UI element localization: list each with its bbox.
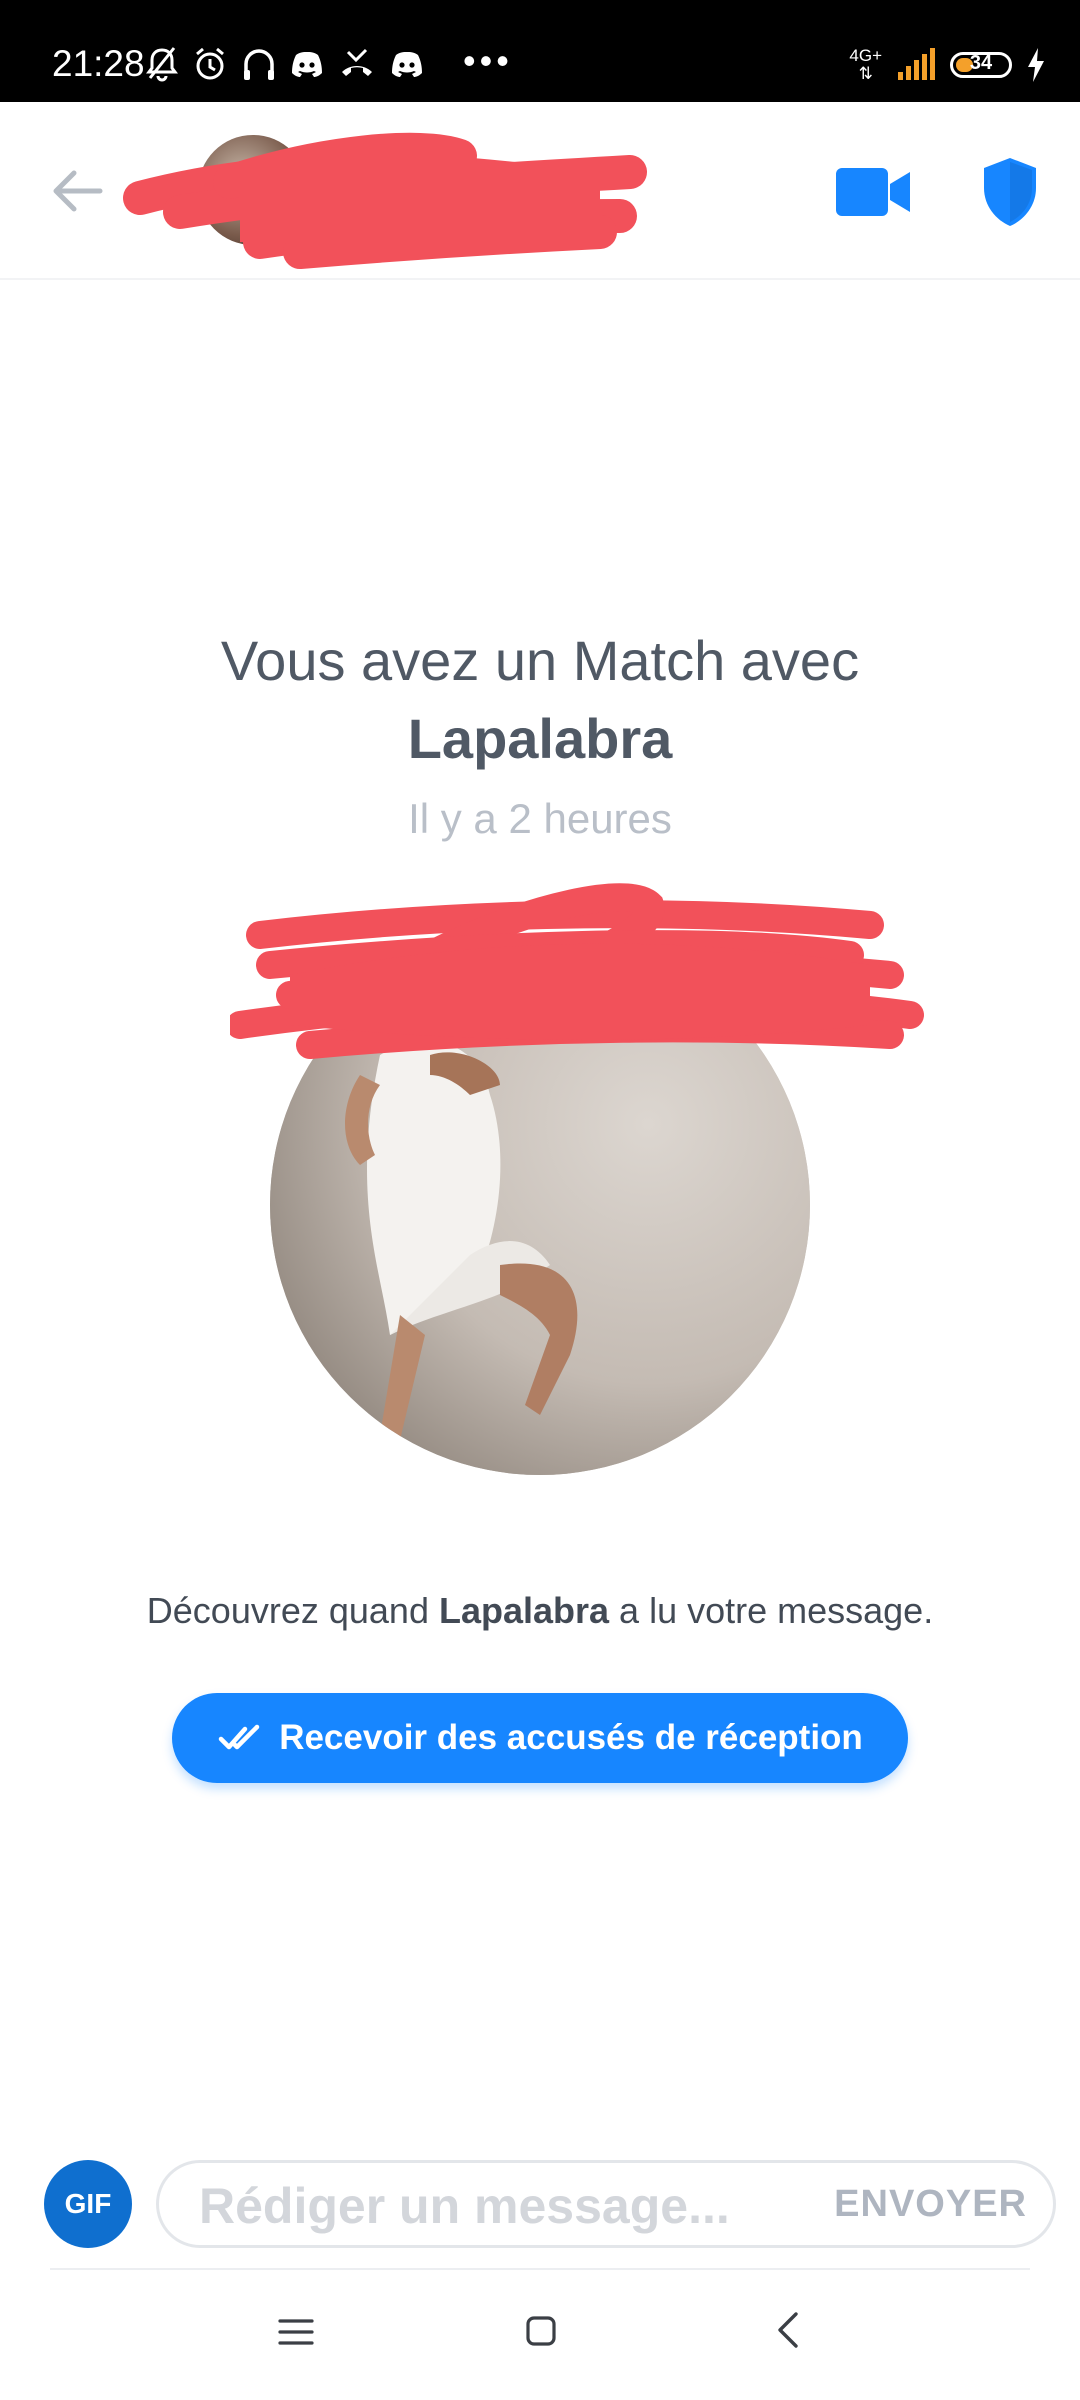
gif-button[interactable]: GIF [44,2160,132,2248]
menu-icon[interactable] [278,2318,314,2346]
read-receipts-button-label: Recevoir des accusés de réception [279,1718,863,1757]
match-title: Vous avez un Match avec [220,629,860,692]
back-arrow-icon[interactable] [44,157,112,225]
header-redaction-scribble [123,132,647,269]
receipt-text-after: a lu votre message. [609,1590,934,1631]
match-timestamp: Il y a 2 heures [408,795,672,842]
back-icon[interactable] [774,2310,802,2350]
message-input[interactable] [199,2173,799,2239]
status-time: 21:28 [52,43,145,84]
network-type: 4G+ ⇅ [849,47,882,83]
composer-divider [50,2268,1030,2270]
send-button[interactable]: ENVOYER [834,2183,1027,2226]
alarm-icon [196,47,224,80]
charging-icon [1028,48,1044,82]
data-arrows-icon: ⇅ [858,64,873,83]
home-icon[interactable] [526,2316,556,2346]
receipt-match-name: Lapalabra [438,1590,610,1631]
missed-call-icon [342,48,372,76]
status-bar: 21:28 ••• 4G+ ⇅ 34 [0,0,1080,102]
headphones-icon [244,49,274,80]
battery-icon: 34 [950,52,1012,78]
battery-level: 34 [969,52,993,74]
notification-icons [146,44,424,84]
video-camera-icon[interactable] [834,162,914,222]
chat-header: L [0,102,1080,280]
bell-off-icon [146,47,178,82]
match-name: Lapalabra [407,707,673,770]
receipt-description: Découvrez quand Lapalabra a lu votre mes… [0,1590,1080,1632]
receipt-text-before: Découvrez quand [146,1590,439,1631]
message-field: ENVOYER [156,2160,1056,2248]
get-read-receipts-button[interactable]: Recevoir des accusés de réception [172,1693,908,1783]
shield-icon[interactable] [980,156,1040,228]
double-check-icon [218,1724,260,1750]
network-type-label: 4G+ [849,46,882,65]
more-notifications-indicator: ••• [463,40,513,81]
system-indicators: 4G+ ⇅ 34 [849,40,1046,90]
discord-icon [292,52,322,77]
photo-redaction-scribble [230,883,924,1059]
signal-icon [898,48,935,80]
discord-icon [392,52,422,77]
